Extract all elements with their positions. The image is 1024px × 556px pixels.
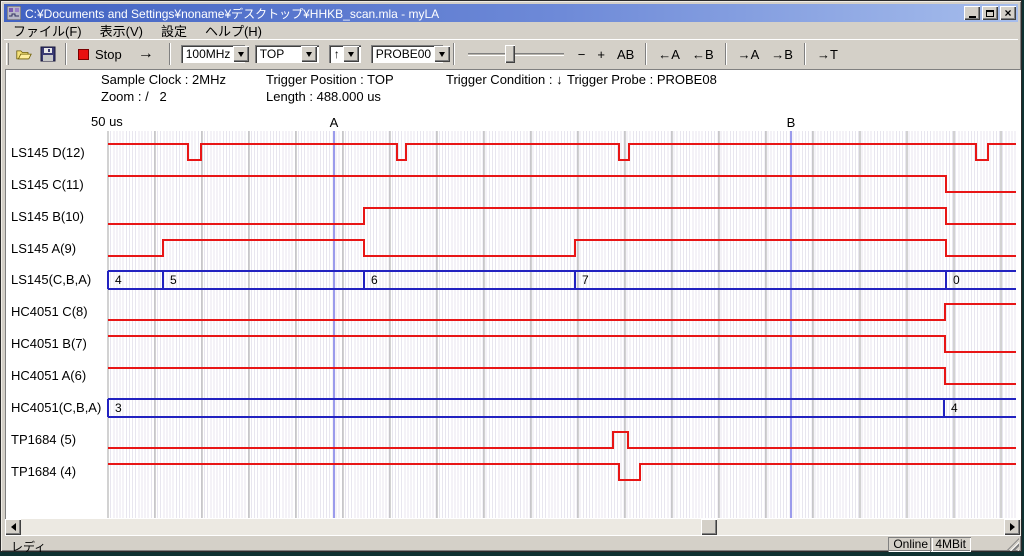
- save-file-button[interactable]: [36, 42, 60, 66]
- channel-label-hc4051-bus: HC4051(C,B,A): [11, 400, 107, 416]
- app-window: C:¥Documents and Settings¥noname¥デスクトップ¥…: [0, 0, 1022, 552]
- menubar: ファイル(F) 表示(V) 設定 ヘルプ(H): [4, 22, 1018, 39]
- trigger-position-value: TOP: [255, 47, 301, 61]
- trigger-condition-info: Trigger Condition : ↓: [446, 72, 563, 87]
- stop-button[interactable]: Stop: [72, 42, 128, 66]
- scroll-right-button[interactable]: [1004, 519, 1020, 535]
- zoom-slider-thumb[interactable]: [505, 45, 515, 63]
- save-floppy-icon: [40, 46, 56, 62]
- close-button[interactable]: ×: [1000, 6, 1016, 20]
- channel-label-hc4051-b: HC4051 B(7): [11, 336, 107, 352]
- channel-label-ls145-b: LS145 B(10): [11, 209, 107, 225]
- zoom-out-button[interactable]: −: [572, 42, 592, 66]
- toolbar-grip: [6, 43, 9, 65]
- minimize-button[interactable]: [964, 6, 980, 20]
- channel-label-ls145-bus: LS145(C,B,A): [11, 272, 107, 288]
- channel-label-ls145-a: LS145 A(9): [11, 241, 107, 257]
- toolbar-separator: [725, 43, 727, 65]
- sample-clock-combo[interactable]: 100MHz: [180, 44, 246, 64]
- zoom-slider[interactable]: [468, 44, 564, 64]
- channel-label-hc4051-a: HC4051 A(6): [11, 368, 107, 384]
- horizontal-scrollbar[interactable]: [5, 519, 1021, 535]
- goto-marker-a-button[interactable]: →A: [732, 42, 766, 66]
- chevron-down-icon[interactable]: [301, 46, 317, 62]
- close-icon: ×: [1004, 8, 1011, 18]
- chevron-down-icon[interactable]: [233, 46, 249, 62]
- toolbar: Stop → 100MHz TOP ↑ PROBE00 − + AB: [4, 39, 1018, 68]
- toolbar-separator: [453, 43, 455, 65]
- run-button[interactable]: →: [128, 42, 164, 66]
- channel-label-ls145-d: LS145 D(12): [11, 145, 107, 161]
- status-ready-text: レディ: [11, 538, 46, 555]
- stop-square-icon: [78, 49, 89, 60]
- status-online-badge: Online: [888, 537, 933, 552]
- set-marker-b-button[interactable]: ←B: [686, 42, 720, 66]
- goto-marker-b-button[interactable]: →B: [765, 42, 799, 66]
- sample-clock-value: 100MHz: [181, 47, 234, 61]
- trigger-edge-value: ↑: [329, 47, 343, 61]
- zoom-in-button[interactable]: +: [591, 42, 611, 66]
- window-controls: ×: [964, 6, 1016, 20]
- channel-label-tp1684-4: TP1684 (4): [11, 464, 107, 480]
- chevron-down-icon[interactable]: [343, 46, 359, 62]
- length-info: Length : 488.000 us: [266, 89, 381, 104]
- channel-label-hc4051-c: HC4051 C(8): [11, 304, 107, 320]
- chevron-down-icon[interactable]: [434, 46, 450, 62]
- arrow-left-icon: [11, 523, 16, 531]
- ab-range-button[interactable]: AB: [611, 42, 640, 66]
- run-arrow-icon: →: [138, 45, 154, 63]
- arrow-right-icon: [1010, 523, 1015, 531]
- minimize-icon: [969, 16, 976, 18]
- status-memory-badge: 4MBit: [930, 537, 971, 552]
- zoom-info: Zoom : / 2: [101, 89, 167, 104]
- trigger-position-combo[interactable]: TOP: [254, 44, 320, 64]
- trigger-probe-info: Trigger Probe : PROBE08: [567, 72, 717, 87]
- trigger-probe-value: PROBE00: [371, 47, 434, 61]
- toolbar-separator: [169, 43, 171, 65]
- toolbar-separator: [65, 43, 67, 65]
- waveform-viewport[interactable]: [108, 131, 1016, 518]
- stop-label: Stop: [95, 47, 122, 62]
- zoom-slider-track[interactable]: [468, 53, 564, 56]
- toolbar-separator: [804, 43, 806, 65]
- sample-clock-info: Sample Clock : 2MHz: [101, 72, 226, 87]
- trigger-edge-combo[interactable]: ↑: [328, 44, 362, 64]
- app-icon: [7, 6, 21, 20]
- scroll-left-button[interactable]: [5, 519, 21, 535]
- trigger-position-info: Trigger Position : TOP: [266, 72, 394, 87]
- goto-trigger-button[interactable]: →T: [811, 42, 844, 66]
- maximize-button[interactable]: [982, 6, 998, 20]
- channel-label-ls145-c: LS145 C(11): [11, 177, 107, 193]
- scrollbar-thumb[interactable]: [701, 519, 717, 535]
- channel-label-tp1684-5: TP1684 (5): [11, 432, 107, 448]
- timebase-label: 50 us: [91, 114, 123, 129]
- resize-grip[interactable]: [1006, 538, 1019, 551]
- set-marker-a-button[interactable]: ←A: [652, 42, 686, 66]
- trigger-probe-combo[interactable]: PROBE00: [370, 44, 444, 64]
- statusbar: レディ Online 4MBit: [5, 535, 1021, 552]
- open-file-button[interactable]: [12, 42, 36, 66]
- maximize-icon: [986, 10, 994, 17]
- open-folder-icon: [16, 47, 32, 62]
- toolbar-separator: [645, 43, 647, 65]
